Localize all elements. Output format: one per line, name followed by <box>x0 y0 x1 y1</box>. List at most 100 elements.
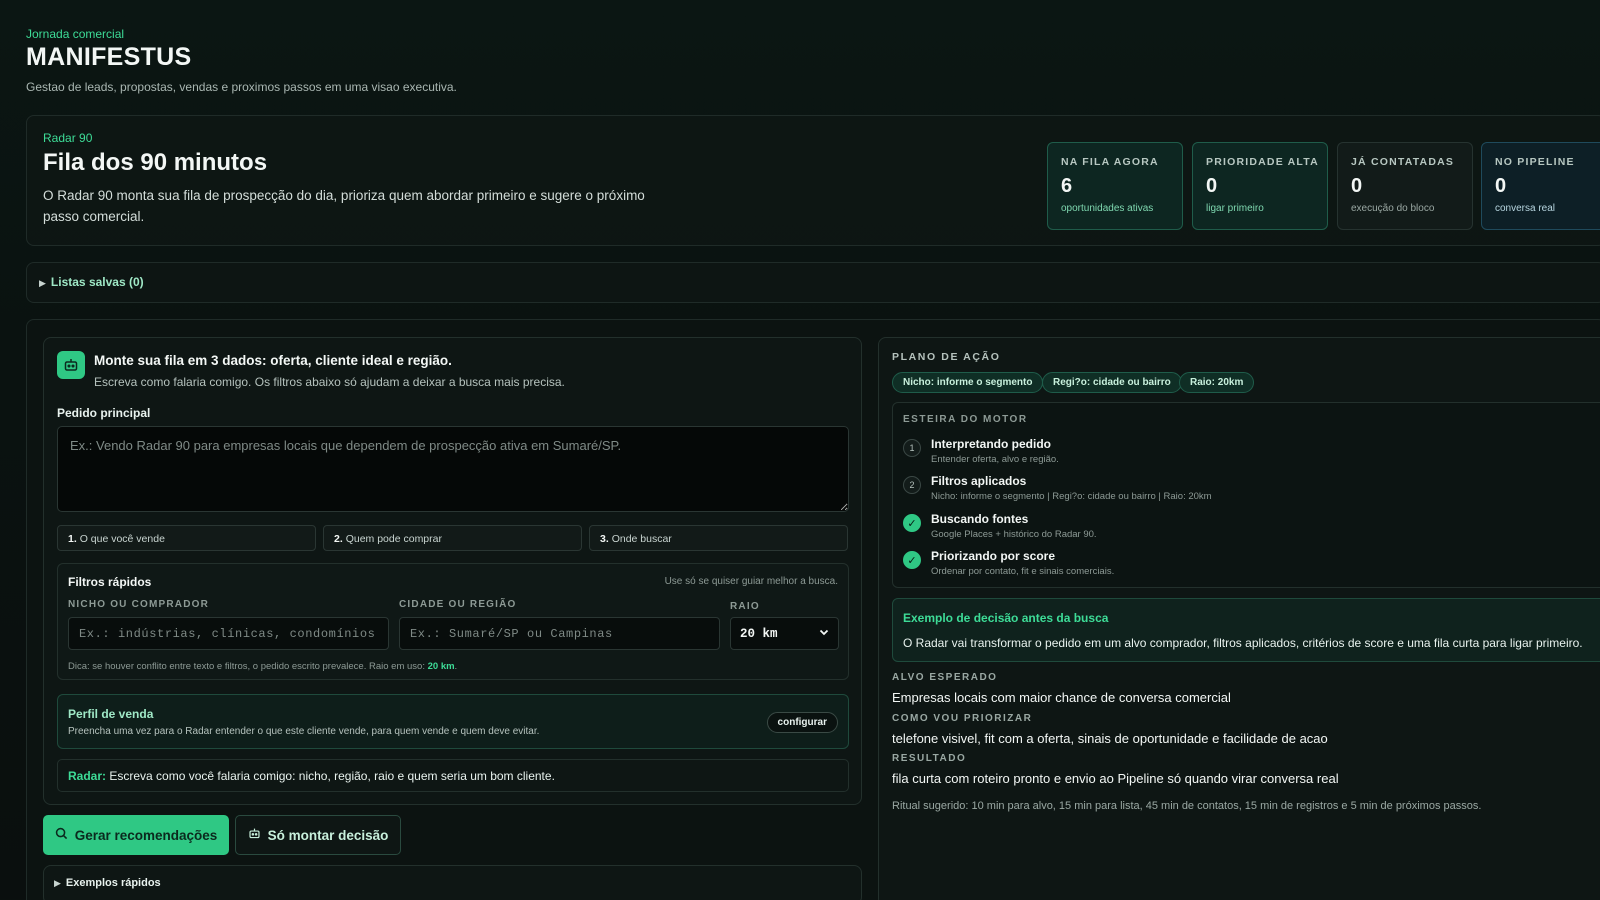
chip-niche: Nicho: informe o segmento <box>892 372 1044 393</box>
quick-examples-toggle[interactable]: ▶ Exemplos rápidos <box>54 877 161 889</box>
radar-hint-prefix: Radar: <box>68 769 107 783</box>
filters-tip-text: Dica: se houver conflito entre texto e f… <box>68 661 425 672</box>
check-icon: ✓ <box>903 551 921 569</box>
engine-step-title: Filtros aplicados <box>931 474 1027 488</box>
decision-example-text: O Radar vai transformar o pedido em um a… <box>903 636 1583 650</box>
step-number-badge: 2 <box>903 476 921 494</box>
engine-step-desc: Entender oferta, alvo e região. <box>931 454 1059 465</box>
step-label: Quem pode comprar <box>345 533 442 545</box>
robot-icon <box>248 827 261 843</box>
stat-value: 0 <box>1206 175 1218 197</box>
engine-step-title: Priorizando por score <box>931 549 1056 563</box>
step-what-you-sell[interactable]: 1. O que você vende <box>57 525 316 551</box>
app-title: MANIFESTUS <box>26 43 192 71</box>
search-icon <box>55 827 68 843</box>
stat-sub: execução do bloco <box>1351 203 1435 214</box>
app-subtitle: Gestao de leads, propostas, vendas e pro… <box>26 80 457 94</box>
builder-title: Monte sua fila em 3 dados: oferta, clien… <box>94 353 452 368</box>
build-decision-label: Só montar decisão <box>267 827 389 843</box>
check-icon: ✓ <box>903 514 921 532</box>
quick-examples-panel: ▶ Exemplos rápidos <box>43 865 862 900</box>
expected-target-label: ALVO ESPERADO <box>892 672 998 683</box>
robot-icon <box>57 351 85 379</box>
chevron-down-icon <box>819 627 829 641</box>
caret-right-icon: ▶ <box>39 278 46 288</box>
radar-eyebrow: Radar 90 <box>43 131 93 145</box>
stat-high-priority: PRIORIDADE ALTA 0 ligar primeiro <box>1192 142 1328 230</box>
step-number: 2. <box>334 533 343 545</box>
prioritize-value: telefone visivel, fit com a oferta, sina… <box>892 731 1328 746</box>
engine-step-title: Interpretando pedido <box>931 437 1051 451</box>
city-label: CIDADE OU REGIÃO <box>399 599 517 610</box>
queue-builder-card: Monte sua fila em 3 dados: oferta, clien… <box>26 319 1600 900</box>
radar-title: Fila dos 90 minutos <box>43 149 268 176</box>
result-label: RESULTADO <box>892 753 967 764</box>
stat-contacted: JÁ CONTATADAS 0 execução do bloco <box>1337 142 1473 230</box>
step-number: 1. <box>68 533 77 545</box>
quick-examples-label: Exemplos rápidos <box>65 877 161 889</box>
stat-label: PRIORIDADE ALTA <box>1206 156 1319 168</box>
stat-label: NA FILA AGORA <box>1061 156 1159 168</box>
engine-step-desc: Ordenar por contato, fit e sinais comerc… <box>931 566 1115 577</box>
stat-sub: ligar primeiro <box>1206 203 1264 214</box>
radius-label: RAIO <box>730 601 760 612</box>
stat-pipeline: NO PIPELINE 0 conversa real <box>1481 142 1600 230</box>
niche-input[interactable] <box>68 617 389 650</box>
saved-lists-toggle[interactable]: ▶ Listas salvas (0) <box>39 275 144 289</box>
builder-subtitle: Escreva como falaria comigo. Os filtros … <box>94 375 565 389</box>
result-value: fila curta com roteiro pronto e envio ao… <box>892 771 1339 786</box>
stat-label: JÁ CONTATADAS <box>1351 156 1455 168</box>
action-plan-panel: PLANO DE AÇÃO Nicho: informe o segmento … <box>878 337 1600 900</box>
chip-radius: Raio: 20km <box>1179 372 1255 393</box>
stat-value: 0 <box>1495 175 1507 197</box>
step-label: O que você vende <box>79 533 165 545</box>
caret-right-icon: ▶ <box>54 878 61 888</box>
main-request-label: Pedido principal <box>57 406 151 420</box>
radar-description: O Radar 90 monta sua fila de prospecção … <box>43 188 645 224</box>
engine-step-interpret: 1 Interpretando pedido Entender oferta, … <box>903 437 1600 471</box>
build-decision-button[interactable]: Só montar decisão <box>235 815 401 855</box>
radar-hint-text: Escreva como você falaria comigo: nicho,… <box>109 769 555 783</box>
saved-lists-label: Listas salvas (0) <box>50 275 144 289</box>
radar-hint: Radar: Escreva como você falaria comigo:… <box>57 759 849 792</box>
generate-recommendations-button[interactable]: Gerar recomendações <box>43 815 229 855</box>
stat-value: 0 <box>1351 175 1363 197</box>
configure-button[interactable]: configurar <box>766 712 838 733</box>
radius-select[interactable]: 20 km <box>730 617 839 650</box>
engine-step-title: Buscando fontes <box>931 512 1029 526</box>
radius-value: 20 km <box>740 626 778 641</box>
decision-example-title: Exemplo de decisão antes da busca <box>903 611 1109 625</box>
prioritize-label: COMO VOU PRIORIZAR <box>892 713 1033 724</box>
step-number-badge: 1 <box>903 439 921 457</box>
engine-heading: ESTEIRA DO MOTOR <box>903 414 1028 425</box>
suggested-ritual: Ritual sugerido: 10 min para alvo, 15 mi… <box>892 800 1482 812</box>
engine-step-filters: 2 Filtros aplicados Nicho: informe o seg… <box>903 474 1600 508</box>
filters-tip-radius: 20 km <box>427 661 455 672</box>
niche-label: NICHO OU COMPRADOR <box>68 599 210 610</box>
stat-sub: conversa real <box>1495 203 1556 214</box>
filters-tip: Dica: se houver conflito entre texto e f… <box>68 661 457 672</box>
step-label: Onde buscar <box>611 533 672 545</box>
sales-profile-description: Preencha uma vez para o Radar entender o… <box>68 726 540 737</box>
step-who-can-buy[interactable]: 2. Quem pode comprar <box>323 525 582 551</box>
radar-summary-card: Radar 90 Fila dos 90 minutos O Radar 90 … <box>26 115 1600 246</box>
quick-filters-hint: Use só se quiser guiar melhor a busca. <box>664 576 838 587</box>
main-request-textarea[interactable] <box>57 426 849 512</box>
engine-step-score: ✓ Priorizando por score Ordenar por cont… <box>903 549 1600 583</box>
city-input[interactable] <box>399 617 720 650</box>
generate-recommendations-label: Gerar recomendações <box>74 827 218 843</box>
chip-region: Regi?o: cidade ou bairro <box>1042 372 1182 393</box>
step-where-to-search[interactable]: 3. Onde buscar <box>589 525 848 551</box>
sales-profile-card: Perfil de venda Preencha uma vez para o … <box>57 694 849 749</box>
stat-queue-now: NA FILA AGORA 6 oportunidades ativas <box>1047 142 1183 230</box>
stat-sub: oportunidades ativas <box>1061 203 1154 214</box>
engine-pipeline: ESTEIRA DO MOTOR 1 Interpretando pedido … <box>892 402 1600 588</box>
expected-target-value: Empresas locais com maior chance de conv… <box>892 690 1231 705</box>
decision-example: Exemplo de decisão antes da busca O Rada… <box>892 598 1600 662</box>
quick-filters: Filtros rápidos Use só se quiser guiar m… <box>57 563 849 680</box>
header-eyebrow: Jornada comercial <box>26 27 125 41</box>
action-plan-heading: PLANO DE AÇÃO <box>892 351 1001 363</box>
engine-step-desc: Google Places + histórico do Radar 90. <box>931 529 1097 540</box>
stat-label: NO PIPELINE <box>1495 156 1575 168</box>
engine-step-desc: Nicho: informe o segmento | Regi?o: cida… <box>931 491 1212 502</box>
